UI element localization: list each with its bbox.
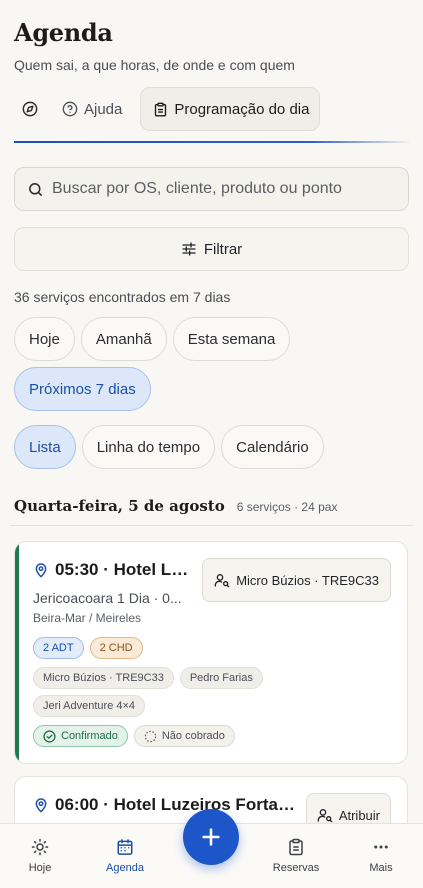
map-pin-icon — [35, 798, 47, 813]
service-tour: Jericoacoara 1 Dia · 0... — [33, 590, 182, 606]
clipboard-icon — [289, 838, 303, 856]
pax-tags: 2 ADT 2 CHD — [33, 637, 143, 659]
tab-label: Mais — [369, 862, 393, 874]
sun-icon — [31, 838, 49, 856]
calendar-icon — [117, 839, 133, 855]
filter-button[interactable]: Filtrar — [14, 227, 409, 271]
page-header: Agenda Quem sai, a que horas, de onde e … — [0, 0, 423, 131]
schedule-button[interactable]: Programação do dia — [140, 87, 321, 131]
payment-badge: Não cobrado — [133, 725, 235, 747]
date-range-chips: Hoje Amanhã Esta semana Próximos 7 dias — [14, 317, 409, 411]
view-timeline[interactable]: Linha do tempo — [81, 425, 216, 469]
assign-label: Micro Búzios · TRE9C33 — [236, 572, 379, 588]
tab-label: Agenda — [106, 862, 144, 874]
check-circle-icon — [43, 729, 56, 743]
partner-tags: Jeri Adventure 4×4 — [33, 695, 146, 717]
dashed-circle-icon — [144, 730, 157, 742]
partner-badge: Jeri Adventure 4×4 — [33, 695, 146, 717]
assign-vehicle-button[interactable]: Micro Búzios · TRE9C33 — [202, 558, 391, 602]
status-bar — [15, 542, 19, 763]
tab-label: Hoje — [28, 862, 52, 874]
status-label: Confirmado — [61, 730, 118, 742]
explore-button[interactable] — [14, 87, 52, 131]
chip-this-week[interactable]: Esta semana — [172, 317, 291, 361]
adult-count-badge: 2 ADT — [33, 637, 84, 659]
clipboard-list-icon — [155, 102, 167, 116]
resource-tags: Micro Búzios · TRE9C33 Pedro Farias — [33, 667, 263, 689]
status-badge: Confirmado — [33, 725, 128, 747]
vehicle-badge: Micro Búzios · TRE9C33 — [33, 667, 174, 689]
chip-today[interactable]: Hoje — [14, 317, 75, 361]
search-box[interactable] — [14, 167, 409, 211]
user-assign-icon — [214, 574, 230, 588]
service-title-row: 06:00 · Hotel Luzeiros Fortaleza — [33, 795, 295, 815]
service-time-place: 05:30 · Hotel Luzeiros Fortaleza — [55, 560, 191, 579]
toolbar-underline — [14, 141, 409, 143]
schedule-label: Programação do dia — [174, 100, 310, 118]
tab-more[interactable]: Mais — [346, 838, 416, 874]
view-calendar[interactable]: Calendário — [221, 425, 324, 469]
view-list[interactable]: Lista — [14, 425, 76, 469]
service-card[interactable]: 05:30 · Hotel Luzeiros Fortaleza Micro B… — [14, 541, 408, 764]
add-button[interactable] — [183, 809, 239, 865]
more-icon — [374, 845, 388, 849]
payment-label: Não cobrado — [161, 730, 225, 742]
filter-label: Filtrar — [203, 240, 243, 258]
assign-label: Atribuir — [338, 807, 380, 823]
day-title: Quarta-feira, 5 de agosto — [14, 497, 225, 515]
tab-agenda[interactable]: Agenda — [90, 838, 160, 874]
service-time-place: 06:00 · Hotel Luzeiros Fortaleza — [55, 795, 295, 814]
user-assign-icon — [317, 809, 333, 823]
help-circle-icon — [62, 101, 78, 117]
map-pin-icon — [35, 563, 47, 578]
day-header: Quarta-feira, 5 de agosto 6 serviços · 2… — [14, 497, 409, 515]
child-count-badge: 2 CHD — [89, 637, 143, 659]
guide-badge: Pedro Farias — [179, 667, 263, 689]
chip-tomorrow[interactable]: Amanhã — [80, 317, 167, 361]
page-title: Agenda — [14, 18, 113, 47]
tab-today[interactable]: Hoje — [5, 838, 75, 874]
help-label: Ajuda — [84, 100, 123, 118]
search-icon — [29, 182, 42, 196]
tab-reservations[interactable]: Reservas — [261, 838, 331, 874]
results-count: 36 serviços encontrados em 7 dias — [14, 289, 231, 305]
view-mode-chips: Lista Linha do tempo Calendário — [14, 425, 409, 469]
day-meta: 6 serviços · 24 pax — [236, 500, 338, 514]
plus-icon — [202, 828, 220, 846]
header-toolbar: Ajuda Programação do dia — [14, 87, 409, 131]
service-area: Beira-Mar / Meireles — [33, 611, 142, 625]
help-button[interactable]: Ajuda — [52, 87, 132, 131]
page-subtitle: Quem sai, a que horas, de onde e com que… — [14, 57, 295, 73]
service-title-row: 05:30 · Hotel Luzeiros Fortaleza — [33, 560, 191, 580]
search-input[interactable] — [52, 180, 372, 198]
sliders-icon — [182, 242, 196, 256]
compass-icon — [22, 101, 38, 117]
tab-label: Reservas — [272, 862, 320, 874]
chip-next-7-days[interactable]: Próximos 7 dias — [14, 367, 151, 411]
status-tags: Confirmado Não cobrado — [33, 725, 235, 747]
day-divider — [10, 525, 413, 526]
